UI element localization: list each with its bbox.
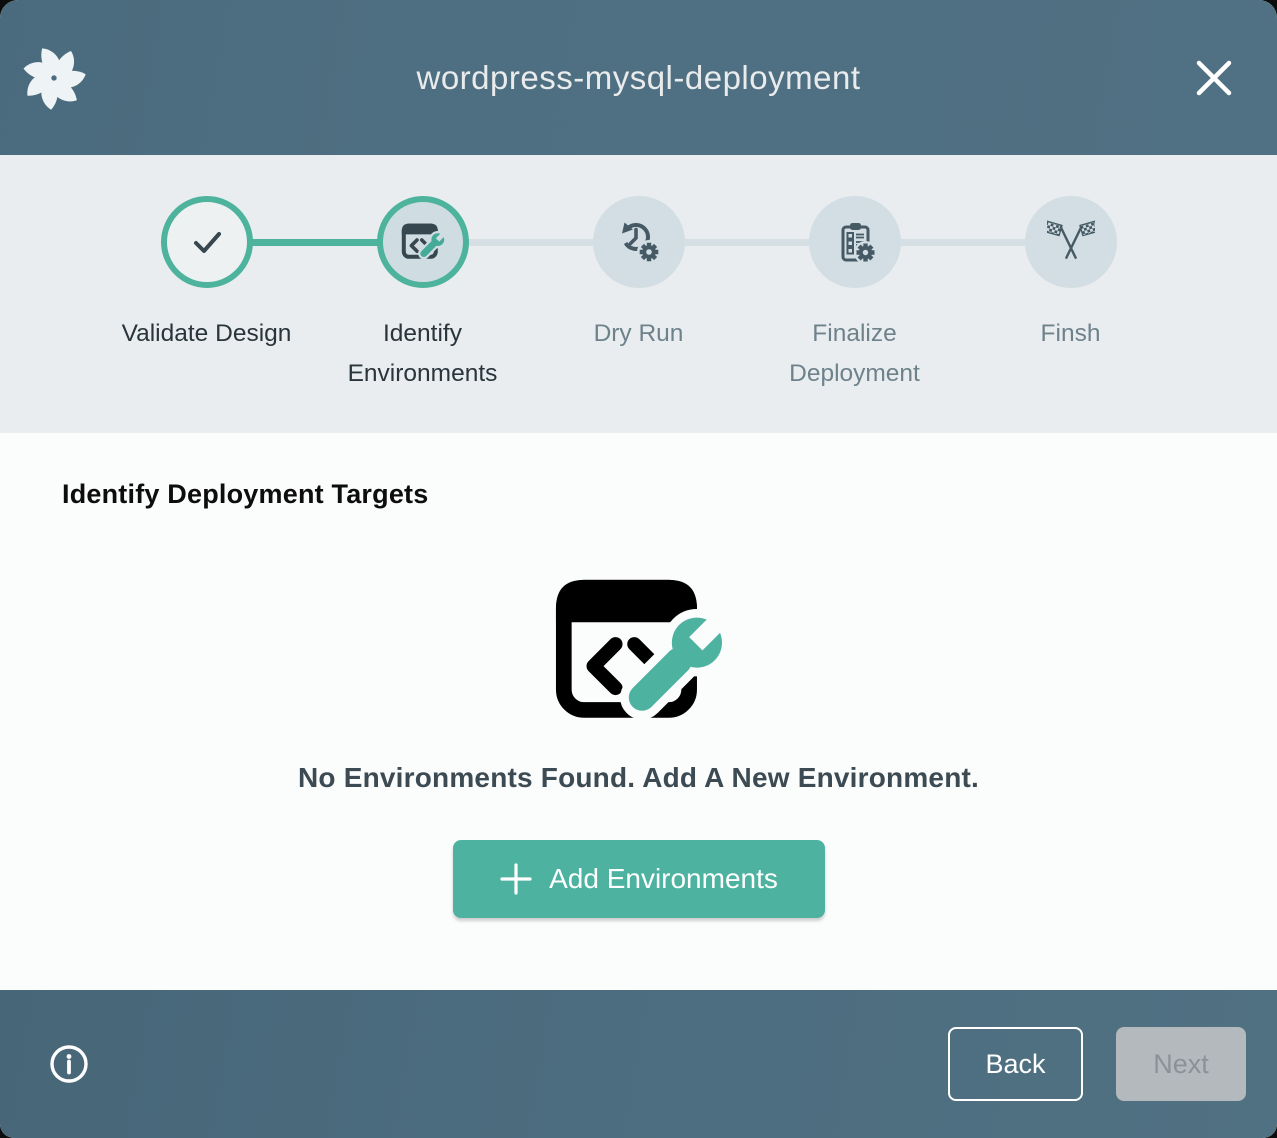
- step-label: Validate Design: [122, 314, 292, 354]
- wizard-body: Identify Deployment Targets No Environme…: [0, 433, 1277, 990]
- info-icon[interactable]: [48, 1043, 90, 1085]
- code-window-wrench-icon: [399, 221, 447, 263]
- dialog-footer: Back Next: [0, 990, 1277, 1138]
- next-button[interactable]: Next: [1116, 1027, 1246, 1101]
- close-icon[interactable]: [1191, 55, 1237, 101]
- step-dry-run: Dry Run: [531, 155, 747, 433]
- nirmata-swirl-logo-icon: [22, 46, 86, 110]
- step-label: Dry Run: [594, 314, 684, 354]
- deployment-wizard-dialog: wordpress-mysql-deployment Validate Desi…: [0, 0, 1277, 1138]
- check-icon: [183, 218, 231, 266]
- add-environments-button-label: Add Environments: [549, 863, 778, 895]
- step-finalize-deployment: Finalize Deployment: [747, 155, 963, 433]
- dialog-header: wordpress-mysql-deployment: [0, 0, 1277, 155]
- step-circle-dry-run: [593, 196, 685, 288]
- clipboard-checklist-gear-icon: [831, 218, 879, 266]
- step-circle-validate-design[interactable]: [161, 196, 253, 288]
- empty-state-message: No Environments Found. Add A New Environ…: [298, 762, 979, 794]
- history-gear-icon: [615, 218, 663, 266]
- plus-icon: [499, 862, 533, 896]
- step-label: Finalize Deployment: [767, 314, 943, 394]
- step-circle-identify-environments[interactable]: [377, 196, 469, 288]
- page-title: Identify Deployment Targets: [62, 479, 1277, 510]
- empty-environments-state: No Environments Found. Add A New Environ…: [0, 510, 1277, 918]
- wizard-stepper: Validate Design: [0, 155, 1277, 433]
- back-button[interactable]: Back: [948, 1027, 1083, 1101]
- checkered-flags-icon: [1047, 218, 1095, 266]
- add-environments-button[interactable]: Add Environments: [453, 840, 825, 918]
- step-circle-finalize-deployment: [809, 196, 901, 288]
- step-validate-design: Validate Design: [99, 155, 315, 433]
- dialog-title: wordpress-mysql-deployment: [86, 61, 1191, 94]
- step-finish: Finsh: [963, 155, 1179, 433]
- step-label: Finsh: [1041, 314, 1101, 354]
- step-identify-environments: Identify Environments: [315, 155, 531, 433]
- step-label: Identify Environments: [335, 314, 511, 394]
- step-circle-finish: [1025, 196, 1117, 288]
- code-window-wrench-icon: [545, 572, 733, 732]
